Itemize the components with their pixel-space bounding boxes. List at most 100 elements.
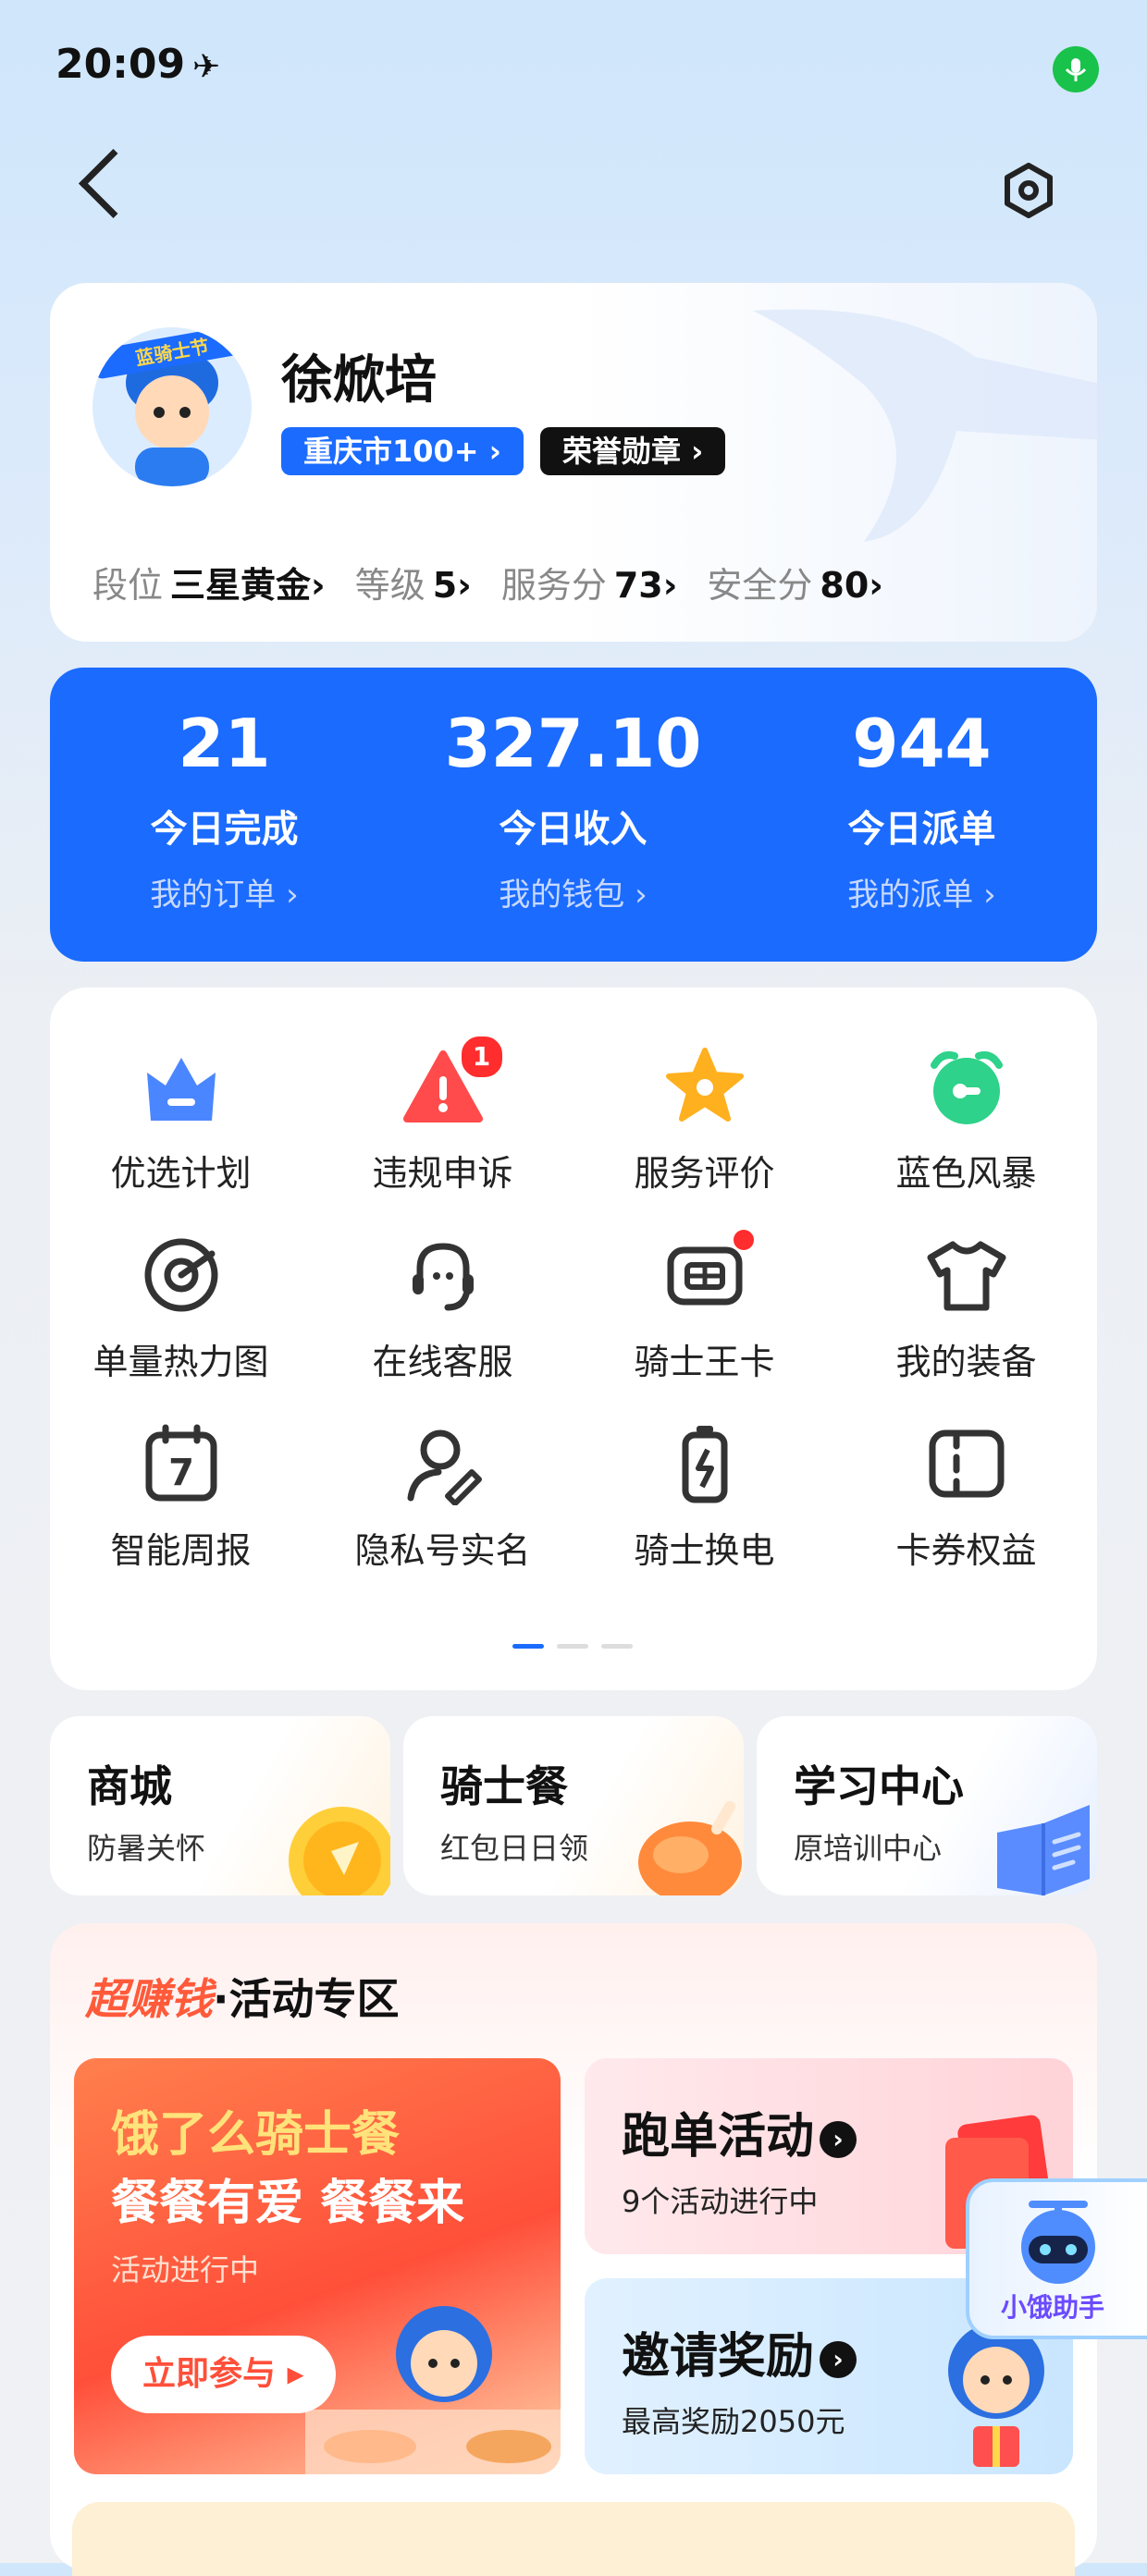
grid-item-weekly-report[interactable]: 7 智能周报: [50, 1422, 312, 1573]
dispatch-count: 944: [852, 705, 992, 782]
grid-item-privacy-name[interactable]: 隐私号实名: [312, 1422, 574, 1573]
grid-item-heatmap[interactable]: 单量热力图: [50, 1233, 312, 1384]
grid-label: 违规申诉: [372, 1153, 513, 1194]
svg-text:7: 7: [168, 1452, 194, 1494]
page-indicator: [512, 1635, 646, 1652]
target-icon: [140, 1233, 223, 1317]
assistant-label: 小饿助手: [1001, 2292, 1105, 2323]
shortcut-knight-meal[interactable]: 骑士餐 红包日日领: [403, 1716, 744, 1895]
stat-rank[interactable]: 段位 三星黄金›: [92, 557, 326, 607]
city-rank-tag[interactable]: 重庆市100+ ›: [281, 427, 524, 475]
grid-item-violation-appeal[interactable]: 1 违规申诉: [312, 1034, 574, 1196]
income-label: 今日收入: [499, 808, 648, 851]
summary-completed[interactable]: 21 今日完成 我的订单 ›: [50, 705, 399, 914]
grid-item-blue-storm[interactable]: 蓝色风暴: [835, 1045, 1097, 1196]
grid-item-coupons[interactable]: 卡券权益: [835, 1422, 1097, 1573]
my-wallet-link[interactable]: 我的钱包 ›: [399, 869, 747, 914]
stat-level[interactable]: 等级 5›: [355, 557, 472, 607]
status-bar: 20:09 ✈: [0, 0, 1147, 129]
invite-reward-title: 邀请奖励: [622, 2329, 815, 2385]
banner-slogan: 餐餐有爱 餐餐来: [111, 2176, 465, 2231]
battery-icon: [663, 1422, 746, 1505]
grid-label: 智能周报: [110, 1530, 252, 1571]
banner-status: 活动进行中: [111, 2252, 260, 2288]
grid-label: 优选计划: [110, 1153, 252, 1194]
assistant-float-button[interactable]: 小饿助手: [966, 2178, 1147, 2339]
user-edit-icon: [401, 1422, 485, 1506]
shortcut-subtitle: 原培训中心: [794, 1831, 943, 1866]
coupon-icon: [925, 1422, 1008, 1505]
running-activity-title: 跑单活动: [622, 2109, 815, 2165]
grid-item-battery-swap[interactable]: 骑士换电: [574, 1422, 835, 1573]
completed-count: 21: [178, 705, 271, 782]
join-now-button[interactable]: 立即参与 ▸: [111, 2336, 336, 2413]
next-section-card: [72, 2502, 1075, 2576]
grid-label: 隐私号实名: [354, 1530, 531, 1571]
summary-income[interactable]: 327.10 今日收入 我的钱包 ›: [399, 705, 747, 914]
warning-icon: 1: [401, 1034, 505, 1128]
completed-label: 今日完成: [150, 808, 299, 851]
user-name: 徐焮培: [281, 350, 437, 411]
honor-medal-tag[interactable]: 荣誉勋章 ›: [540, 427, 726, 475]
stat-service-score[interactable]: 服务分 73›: [501, 557, 678, 607]
profile-stats: 段位 三星黄金› 等级 5› 服务分 73› 安全分 80›: [92, 557, 913, 607]
notification-badge: 1: [458, 1034, 505, 1080]
chevron-right-icon: ›: [820, 2341, 857, 2378]
dispatch-label: 今日派单: [847, 808, 996, 851]
profile-card: 蓝骑士节 徐焮培 重庆市100+ › 荣誉勋章 › 段位 三星黄金› 等级 5› 服务分…: [50, 283, 1104, 642]
shortcut-title: 商城: [87, 1761, 172, 1811]
grid-label: 我的装备: [895, 1342, 1037, 1382]
calendar-icon: 7: [140, 1422, 223, 1505]
headset-icon: [401, 1233, 485, 1317]
rider-mascot-icon: [305, 2306, 561, 2474]
robot-assistant-icon: [1021, 2201, 1095, 2284]
notification-dot: [733, 1230, 754, 1250]
my-dispatch-link[interactable]: 我的派单 ›: [747, 869, 1096, 914]
summary-dispatch[interactable]: 944 今日派单 我的派单 ›: [747, 705, 1096, 914]
today-summary: 21 今日完成 我的订单 › 327.10 今日收入 我的钱包 › 944 今日…: [50, 668, 1097, 962]
shortcut-mall[interactable]: 商城 防暑关怀: [50, 1716, 390, 1895]
grid-label: 骑士王卡: [634, 1342, 775, 1382]
tshirt-icon: [925, 1233, 1008, 1317]
book-icon: [997, 1805, 1090, 1895]
grid-label: 骑士换电: [634, 1530, 775, 1571]
alarm-icon: [925, 1045, 1008, 1128]
grid-item-online-service[interactable]: 在线客服: [312, 1233, 574, 1384]
coin-icon: [289, 1807, 390, 1895]
mic-icon: [1053, 46, 1099, 92]
grid-item-optimal-plan[interactable]: 优选计划: [50, 1045, 312, 1196]
stat-safety-score[interactable]: 安全分 80›: [707, 557, 883, 607]
shortcut-subtitle: 防暑关怀: [87, 1831, 206, 1866]
decorative-wing-icon: [753, 309, 1104, 542]
activity-title: ·活动专区: [213, 1974, 400, 2024]
status-time: 20:09: [56, 41, 186, 88]
income-amount: 327.10: [444, 705, 702, 782]
chicken-leg-icon: [638, 1800, 742, 1895]
activity-zone: 超赚钱·活动专区 饿了么骑士餐 餐餐有爱 餐餐来 活动进行中 立即参与 ▸ 跑单…: [50, 1923, 1097, 2570]
grid-item-my-equipment[interactable]: 我的装备: [835, 1233, 1097, 1384]
chevron-right-icon: ›: [820, 2121, 857, 2158]
crown-icon: [140, 1045, 223, 1128]
knight-meal-banner[interactable]: 饿了么骑士餐 餐餐有爱 餐餐来 活动进行中 立即参与 ▸: [74, 2058, 561, 2474]
function-grid: 优选计划 1 违规申诉 服务评价 蓝色风暴 单量热力图 在线客服 骑士王卡 我的…: [50, 987, 1097, 1690]
avatar[interactable]: 蓝骑士节: [92, 327, 252, 486]
brand-label: 超赚钱: [85, 1974, 213, 2024]
shortcut-title: 骑士餐: [440, 1761, 568, 1811]
grid-label: 蓝色风暴: [895, 1153, 1037, 1194]
airplane-icon: ✈: [192, 48, 221, 86]
back-icon[interactable]: [79, 149, 148, 218]
grid-item-service-rating[interactable]: 服务评价: [574, 1045, 835, 1196]
my-orders-link[interactable]: 我的订单 ›: [50, 869, 399, 914]
shortcut-title: 学习中心: [794, 1761, 964, 1811]
grid-label: 卡券权益: [895, 1530, 1037, 1571]
shortcut-learning-center[interactable]: 学习中心 原培训中心: [757, 1716, 1097, 1895]
star-icon: [663, 1045, 746, 1128]
shortcut-subtitle: 红包日日领: [440, 1831, 589, 1866]
grid-label: 在线客服: [372, 1342, 513, 1382]
grid-label: 服务评价: [634, 1153, 775, 1194]
running-activity-subtitle: 9个活动进行中: [622, 2184, 819, 2219]
grid-item-knight-card[interactable]: 骑士王卡: [574, 1230, 835, 1384]
settings-icon[interactable]: [1001, 163, 1056, 218]
banner-title: 饿了么骑士餐: [111, 2107, 401, 2163]
activity-header: 超赚钱·活动专区: [85, 1966, 399, 2027]
